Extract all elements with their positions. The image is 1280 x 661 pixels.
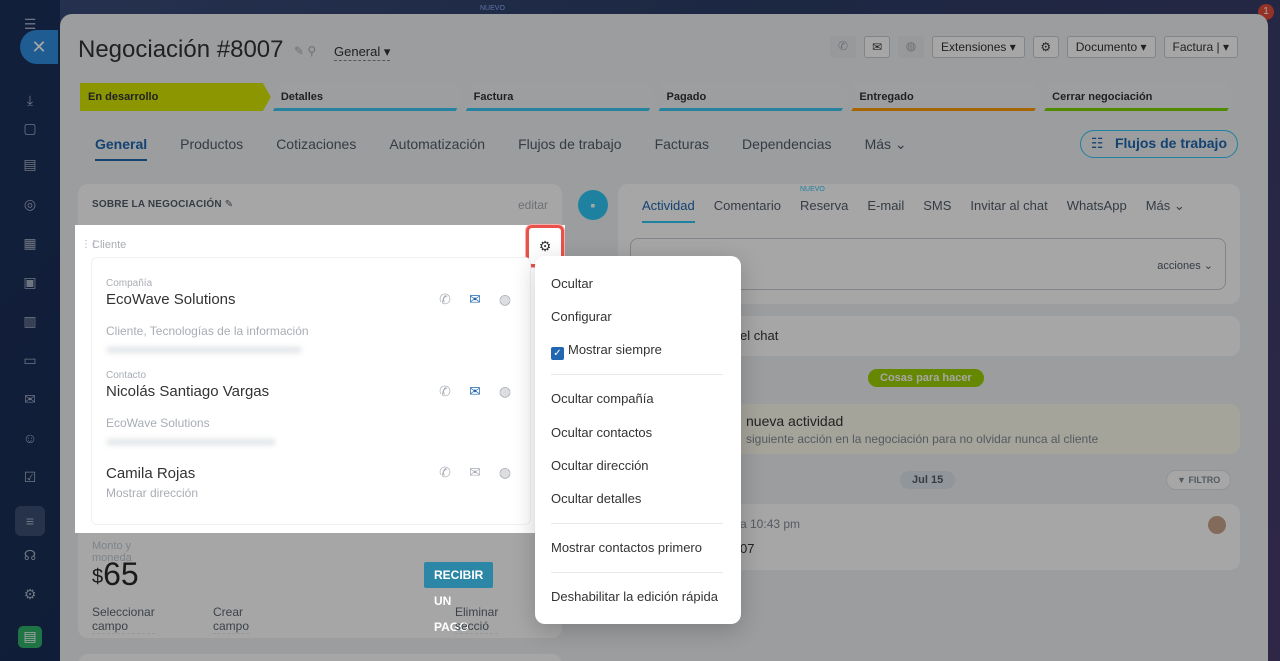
company-sub: Cliente, Tecnologías de la información [106, 324, 309, 338]
mail-icon[interactable]: ✉ [466, 290, 484, 308]
checkbox-checked-icon[interactable]: ✓ [551, 347, 564, 360]
blurred-email [106, 438, 276, 446]
menu-item-label: Mostrar siempre [568, 342, 662, 357]
company-actions: ✆ ✉ ◍ [436, 290, 514, 308]
menu-divider [551, 523, 723, 524]
currency-symbol: $ [92, 566, 104, 588]
contact2-address-link[interactable]: Mostrar dirección [106, 486, 506, 500]
menu-divider [551, 572, 723, 573]
menu-item-ocultar[interactable]: Ocultar [551, 276, 593, 291]
phone-icon[interactable]: ✆ [436, 463, 454, 481]
client-entities: Compañía EcoWave Solutions Cliente, Tecn… [91, 257, 531, 525]
create-field-link[interactable]: Crear campo [213, 605, 249, 634]
menu-divider [551, 374, 723, 375]
menu-item-deshabilitar-edicion[interactable]: Deshabilitar la edición rápida [551, 589, 718, 604]
menu-item-ocultar-contactos[interactable]: Ocultar contactos [551, 425, 652, 440]
mail-icon[interactable]: ✉ [466, 382, 484, 400]
amount-value: 65 [103, 556, 139, 592]
chat-icon[interactable]: ◍ [496, 463, 514, 481]
menu-item-ocultar-compania[interactable]: Ocultar compañía [551, 391, 654, 406]
mail-icon[interactable]: ✉ [466, 463, 484, 481]
client-label: Cliente [92, 239, 127, 251]
menu-item-configurar[interactable]: Configurar [551, 309, 612, 324]
money-amount: $65 [92, 556, 139, 593]
receive-payment-button[interactable]: RECIBIR UN PAGO [424, 562, 494, 634]
menu-item-mostrar-siempre[interactable]: ✓ Mostrar siempre [551, 342, 662, 360]
client-section: ⋮⋮ Cliente ⚙ Compañía EcoWave Solutions … [75, 225, 565, 533]
delete-section-link[interactable]: Eliminar secció [455, 605, 499, 634]
menu-item-ocultar-direccion[interactable]: Ocultar dirección [551, 458, 649, 473]
select-field-link[interactable]: Seleccionar campo [92, 605, 155, 634]
client-settings-menu: Ocultar Configurar ✓ Mostrar siempre Ocul… [535, 256, 741, 624]
contact-type: Contacto [106, 370, 147, 381]
contact-sub: EcoWave Solutions [106, 416, 210, 430]
company-type: Compañía [106, 278, 153, 289]
phone-icon[interactable]: ✆ [436, 290, 454, 308]
contact-actions: ✆ ✉ ◍ [436, 382, 514, 400]
menu-item-ocultar-detalles[interactable]: Ocultar detalles [551, 491, 641, 506]
blurred-email [106, 346, 302, 354]
phone-icon[interactable]: ✆ [436, 382, 454, 400]
chat-icon[interactable]: ◍ [496, 382, 514, 400]
contact2-actions: ✆ ✉ ◍ [436, 463, 514, 481]
menu-item-contactos-primero[interactable]: Mostrar contactos primero [551, 540, 702, 555]
chat-icon[interactable]: ◍ [496, 290, 514, 308]
